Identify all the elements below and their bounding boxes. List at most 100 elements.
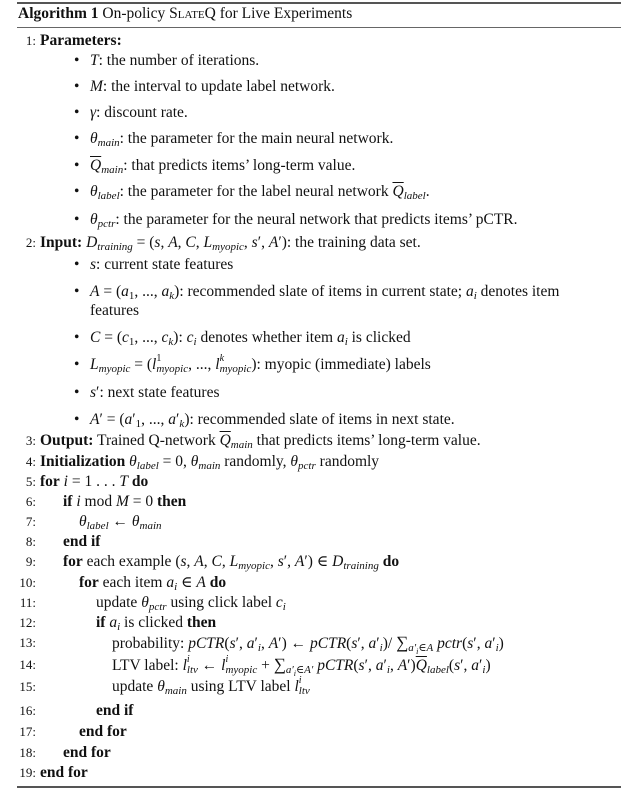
subscript: label [97,190,120,202]
line-number: 5: [25,474,36,489]
line-number: 13: [19,635,36,650]
symbol: θ [90,130,98,147]
description: : recommended slate of items in next sta… [189,411,455,428]
text: that predicts items’ long-term value. [256,432,481,449]
keyword-for: for [79,574,99,591]
keyword-end-for: end for [79,723,127,740]
keyword-if: if [96,614,106,631]
description: : that predicts items’ long-term value. [123,157,356,174]
text: randomly [224,453,283,470]
subscript: main [97,137,120,149]
bullet-icon: • [74,78,80,95]
line-number: 10: [19,575,36,590]
description: denotes item [476,283,560,300]
bullet-icon: • [74,283,80,300]
bullet-icon: • [74,183,80,200]
line-number: 19: [19,765,36,780]
line-number: 12: [19,615,36,630]
text: using click label [170,594,273,611]
line-number: 4: [25,454,36,469]
description: : the parameter for the main neural netw… [119,130,394,147]
title-pre: On-policy [102,5,170,22]
keyword-initialization: Initialization [40,453,126,470]
bullet-icon: • [74,356,80,373]
description: is clicked [347,329,411,346]
description: : next state features [99,384,220,401]
text: update [112,678,154,695]
text: LTV label: [112,657,179,674]
text: using LTV label [190,678,291,695]
line-number: 2: [25,235,36,250]
text: each item [102,574,163,591]
description: : the number of iterations. [98,52,260,69]
symbol: M [90,78,103,95]
keyword-do: do [209,574,227,591]
caption-rule [17,27,621,28]
bottom-rule [17,786,621,788]
text: is clicked [124,614,183,631]
title-slateq: SlateQ [169,5,216,22]
description: : discount rate. [96,104,188,121]
symbol: θ [90,211,98,228]
keyword-output: Output: [40,432,94,449]
keyword-do: do [131,473,149,490]
description: : myopic (immediate) labels [256,356,431,373]
subscript: pctr [97,218,116,230]
keyword-end-if: end if [96,702,134,719]
text: update [96,594,138,611]
keyword-end-for: end for [40,764,88,781]
text: each example [86,553,172,570]
line-number: 18: [19,745,36,760]
top-rule [17,2,621,4]
line-number: 1: [25,33,36,48]
input-item-continuation: features [90,302,139,320]
keyword-parameters: Parameters: [40,32,122,49]
bullet-icon: • [74,104,80,121]
symbol: T [90,52,99,69]
keyword-then: then [157,493,187,510]
description: : [178,329,187,346]
description: : current state features [96,256,234,273]
description: : the interval to update label network. [102,78,335,95]
line-number: 3: [25,433,36,448]
line-number: 6: [25,494,36,509]
algorithm-label: Algorithm 1 [18,5,99,22]
keyword-for: for [40,473,60,490]
keyword-if: if [63,493,73,510]
symbol: θ [90,183,98,200]
line-number: 17: [19,724,36,739]
line-number: 9: [25,554,36,569]
keyword-then: then [186,614,217,631]
line-number: 8: [25,534,36,549]
line-number: 7: [25,514,36,529]
description: features [90,302,140,319]
symbol: Q [90,157,102,174]
description: : the parameter for the neural network t… [115,211,518,228]
bullet-icon: • [74,256,80,273]
description: : the training data set. [286,234,421,251]
keyword-do: do [382,553,400,570]
line-number: 15: [19,679,36,694]
text: probability: [112,635,185,652]
bullet-icon: • [74,411,80,428]
line-number: 11: [19,595,36,610]
bullet-icon: • [74,329,80,346]
bullet-icon: • [74,52,80,69]
bullet-icon: • [74,157,80,174]
description: : the parameter for the label neural net… [119,183,393,200]
text: Trained Q-network [97,432,216,449]
keyword-end-if: end if [63,533,101,550]
line-number: 16: [19,703,36,718]
bullet-icon: • [74,384,80,401]
description: : recommended slate of items in current … [179,283,466,300]
text: mod [84,493,113,510]
keyword-end-for: end for [63,744,111,761]
keyword-for: for [63,553,83,570]
title-post: for Live Experiments [215,5,353,22]
bullet-icon: • [74,211,80,228]
algorithm-caption: Algorithm 1 On-policy SlateQ for Live Ex… [18,5,352,23]
bullet-icon: • [74,130,80,147]
text: randomly [319,453,380,470]
line-number: 14: [19,657,36,672]
description: denotes whether item [196,329,337,346]
